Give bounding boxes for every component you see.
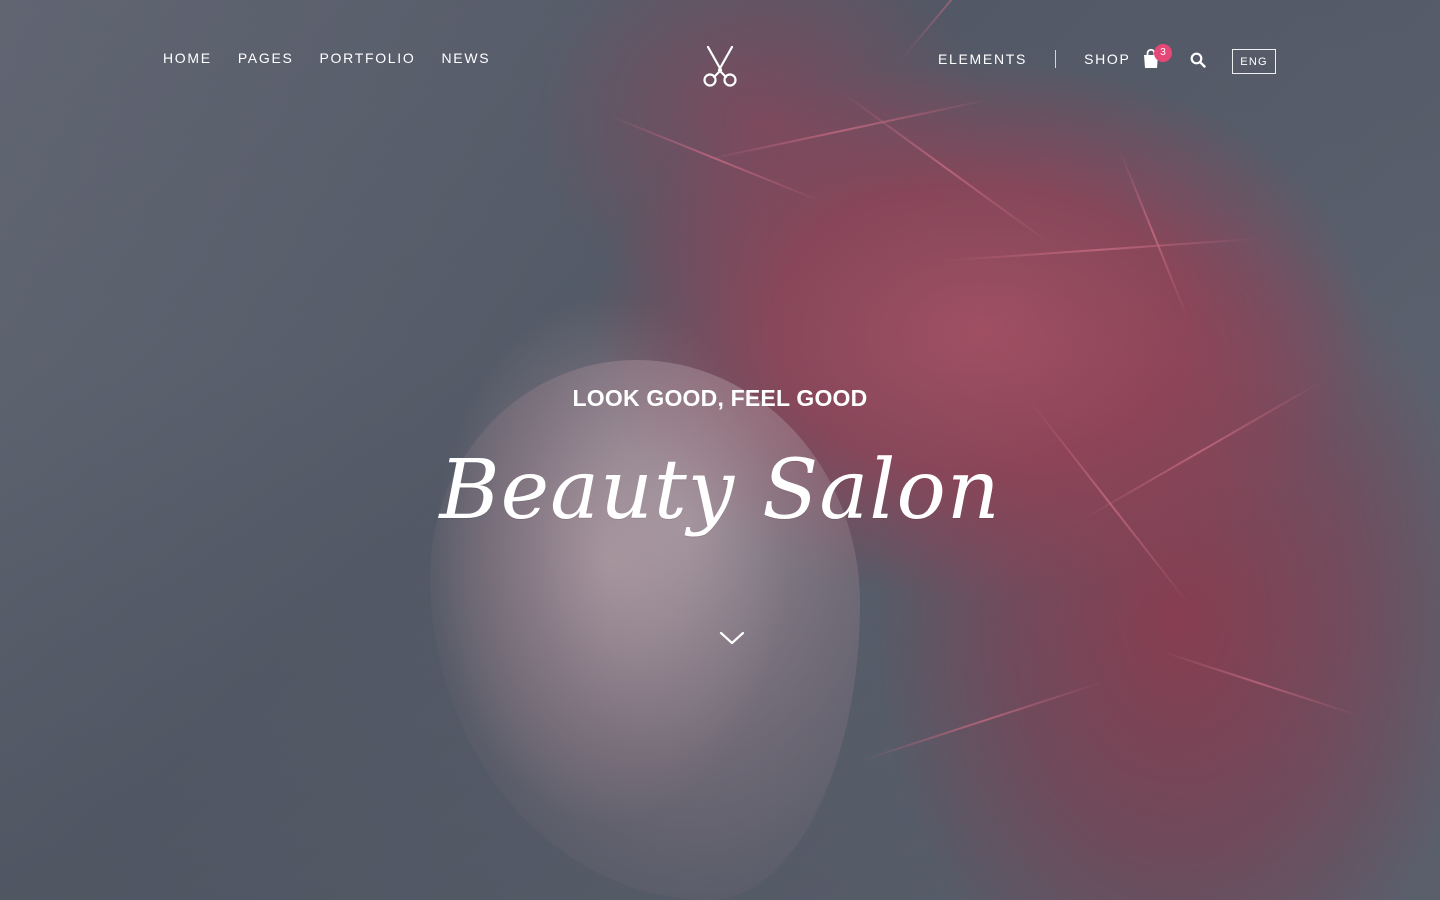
nav-home-link[interactable]: HOME (163, 50, 212, 66)
hero-title: Beauty Salon (439, 443, 1001, 538)
landing-page: HOME PAGES PORTFOLIO NEWS ELEMENTS SHOP (0, 0, 1440, 900)
secondary-menu: ELEMENTS SHOP (938, 50, 1131, 68)
cart-count-badge: 3 (1154, 44, 1172, 62)
hero-tagline: LOOK GOOD, FEEL GOOD (572, 385, 868, 411)
nav-pages-link[interactable]: PAGES (238, 50, 294, 66)
primary-menu: HOME PAGES PORTFOLIO NEWS (163, 50, 490, 66)
nav-portfolio-link[interactable]: PORTFOLIO (320, 50, 416, 66)
language-selector[interactable]: ENG (1232, 49, 1276, 74)
nav-divider (1055, 50, 1057, 68)
hero-content: LOOK GOOD, FEEL GOOD Beauty Salon (0, 385, 1440, 532)
cart-button[interactable]: 3 (1141, 44, 1172, 74)
search-icon (1190, 52, 1206, 68)
scissors-icon[interactable] (703, 45, 737, 88)
main-navigation: HOME PAGES PORTFOLIO NEWS ELEMENTS SHOP (0, 0, 1440, 122)
nav-elements-link[interactable]: ELEMENTS (938, 51, 1027, 67)
nav-news-link[interactable]: NEWS (441, 50, 490, 66)
nav-shop-link[interactable]: SHOP (1084, 51, 1130, 67)
chevron-down-icon[interactable] (719, 629, 745, 647)
search-button[interactable] (1190, 52, 1206, 68)
